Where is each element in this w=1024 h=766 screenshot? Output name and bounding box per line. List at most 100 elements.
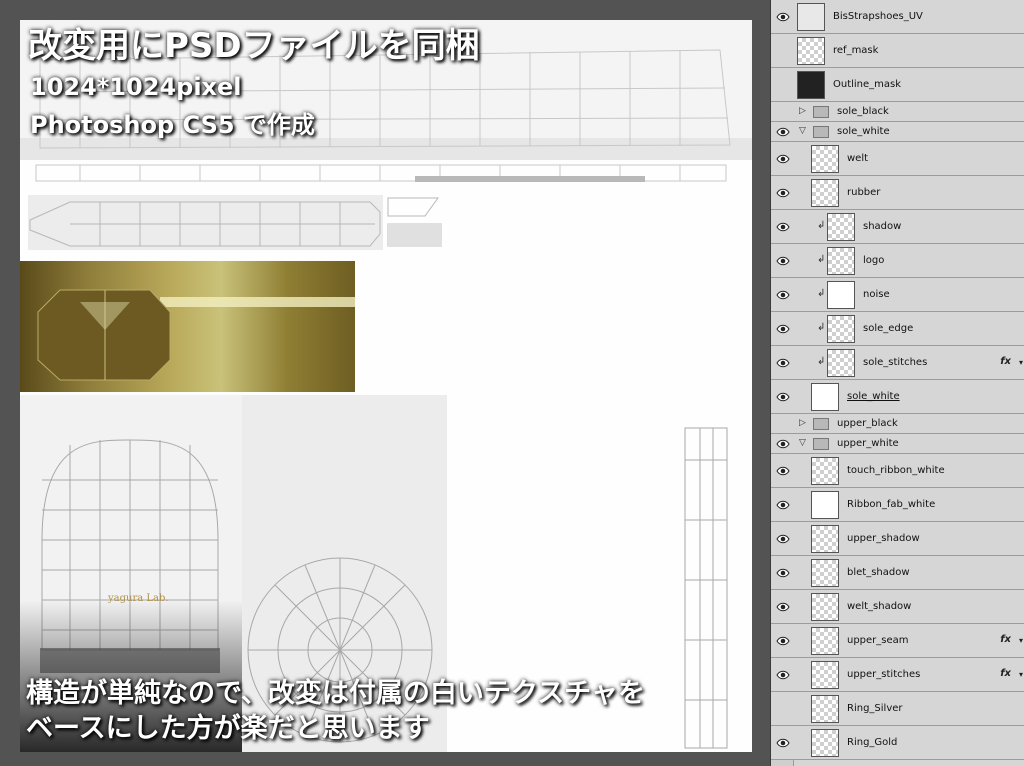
folder-icon (813, 126, 829, 138)
visibility-eye-icon[interactable] (776, 12, 790, 22)
overlay-note-line2: ベースにした方が楽だと思います (26, 713, 430, 744)
layer-row[interactable]: Outline_mask (771, 68, 1024, 102)
effects-dropdown-icon[interactable]: ▾ (1019, 358, 1023, 367)
layer-effects-icon[interactable]: fx (1000, 634, 1011, 645)
visibility-eye-icon[interactable] (776, 290, 790, 300)
layer-thumbnail[interactable] (811, 457, 839, 485)
visibility-eye-icon[interactable] (776, 500, 790, 510)
layer-thumbnail[interactable] (811, 525, 839, 553)
visibility-eye-icon[interactable] (776, 439, 790, 449)
layer-name: upper_black (837, 418, 898, 429)
visibility-eye-icon[interactable] (776, 222, 790, 232)
layer-row[interactable]: ↲ fx ▾ sole_stitches (771, 346, 1024, 380)
visibility-eye-icon[interactable] (776, 107, 790, 117)
layer-name: upper_white (837, 438, 899, 449)
layer-thumbnail[interactable] (797, 71, 825, 99)
layer-thumbnail[interactable] (811, 593, 839, 621)
layer-thumbnail[interactable] (811, 559, 839, 587)
layer-row[interactable]: ↲ noise (771, 278, 1024, 312)
layer-row[interactable]: Ribbon_fab_white (771, 488, 1024, 522)
layer-thumbnail[interactable] (797, 3, 825, 31)
layer-thumbnail[interactable] (827, 247, 855, 275)
layer-thumbnail[interactable] (811, 145, 839, 173)
visibility-eye-icon[interactable] (776, 636, 790, 646)
layer-row[interactable]: Ring_Gold (771, 726, 1024, 760)
layer-effects-icon[interactable]: fx (1000, 356, 1011, 367)
visibility-eye-icon[interactable] (776, 534, 790, 544)
layer-name: BisStrapshoes_UV (833, 11, 923, 22)
layer-name: Ring_Silver (847, 703, 903, 714)
visibility-eye-icon[interactable] (776, 80, 790, 90)
effects-dropdown-icon[interactable]: ▾ (1019, 636, 1023, 645)
visibility-eye-icon[interactable] (776, 738, 790, 748)
layer-row[interactable]: fx ▾ upper_seam (771, 624, 1024, 658)
layer-thumbnail[interactable] (827, 213, 855, 241)
layer-row[interactable]: ↲ sole_edge (771, 312, 1024, 346)
visibility-eye-icon[interactable] (776, 568, 790, 578)
layer-name: welt (847, 153, 869, 164)
layer-name: noise (863, 289, 890, 300)
layer-row[interactable]: ref_mask (771, 34, 1024, 68)
expand-triangle-icon[interactable]: ▷ (799, 106, 806, 116)
layer-thumbnail[interactable] (811, 729, 839, 757)
layer-name: sole_stitches (863, 357, 928, 368)
layer-thumbnail[interactable] (811, 661, 839, 689)
layer-row[interactable]: upper_shadow (771, 522, 1024, 556)
visibility-eye-icon[interactable] (776, 466, 790, 476)
visibility-eye-icon[interactable] (776, 704, 790, 714)
expand-triangle-icon[interactable]: ▷ (799, 418, 806, 428)
layer-row[interactable]: ↲ logo (771, 244, 1024, 278)
layer-name: upper_seam (847, 635, 909, 646)
layer-thumbnail[interactable] (811, 383, 839, 411)
layer-row[interactable]: sole_white (771, 380, 1024, 414)
layer-thumbnail[interactable] (827, 349, 855, 377)
layer-row[interactable]: touch_ribbon_white (771, 454, 1024, 488)
clipping-mask-icon: ↲ (817, 322, 826, 333)
visibility-eye-icon[interactable] (776, 154, 790, 164)
layer-row[interactable]: BisStrapshoes_UV (771, 0, 1024, 34)
layer-thumbnail[interactable] (811, 627, 839, 655)
layer-thumbnail[interactable] (811, 695, 839, 723)
layer-group-row[interactable]: ▽ upper_white (771, 434, 1024, 454)
layer-group-row[interactable]: ▷ sole_black (771, 102, 1024, 122)
layer-row[interactable]: welt_shadow (771, 590, 1024, 624)
layer-effects-icon[interactable]: fx (1000, 668, 1011, 679)
layer-thumbnail[interactable] (827, 315, 855, 343)
visibility-eye-icon[interactable] (776, 419, 790, 429)
layer-row[interactable]: ↲ shadow (771, 210, 1024, 244)
layer-thumbnail[interactable] (797, 37, 825, 65)
layer-row[interactable]: rubber (771, 176, 1024, 210)
layer-name: sole_black (837, 106, 889, 117)
effects-dropdown-icon[interactable]: ▾ (1019, 670, 1023, 679)
layer-thumbnail[interactable] (827, 281, 855, 309)
layer-thumbnail[interactable] (811, 179, 839, 207)
layer-thumbnail[interactable] (811, 491, 839, 519)
layer-row[interactable]: fx ▾ upper_stitches (771, 658, 1024, 692)
collapse-triangle-icon[interactable]: ▽ (799, 126, 806, 136)
visibility-eye-icon[interactable] (776, 256, 790, 266)
layer-row[interactable]: welt (771, 142, 1024, 176)
visibility-eye-icon[interactable] (776, 127, 790, 137)
layer-name: Outline_mask (833, 79, 902, 90)
layers-panel: BisStrapshoes_UV ref_mask Outline_mask ▷ sol… (770, 0, 1024, 766)
layer-group-row[interactable]: ▽ sole_white (771, 122, 1024, 142)
layer-name: blet_shadow (847, 567, 910, 578)
layer-name: ref_mask (833, 45, 879, 56)
visibility-eye-icon[interactable] (776, 670, 790, 680)
layer-group-row[interactable]: ▷ upper_black (771, 414, 1024, 434)
layer-name: upper_shadow (847, 533, 920, 544)
overlay-note-line1: 構造が単純なので、改変は付属の白いテクスチャを (26, 678, 645, 709)
collapse-triangle-icon[interactable]: ▽ (799, 438, 806, 448)
layer-name: Ribbon_fab_white (847, 499, 936, 510)
layer-name: shadow (863, 221, 902, 232)
layer-name: upper_stitches (847, 669, 921, 680)
visibility-eye-icon[interactable] (776, 358, 790, 368)
visibility-eye-icon[interactable] (776, 602, 790, 612)
visibility-eye-icon[interactable] (776, 392, 790, 402)
visibility-eye-icon[interactable] (776, 324, 790, 334)
layer-row[interactable]: Ring_Silver (771, 692, 1024, 726)
overlay-title: 改変用にPSDファイルを同梱 (28, 26, 480, 66)
visibility-eye-icon[interactable] (776, 46, 790, 56)
visibility-eye-icon[interactable] (776, 188, 790, 198)
layer-row[interactable]: blet_shadow (771, 556, 1024, 590)
